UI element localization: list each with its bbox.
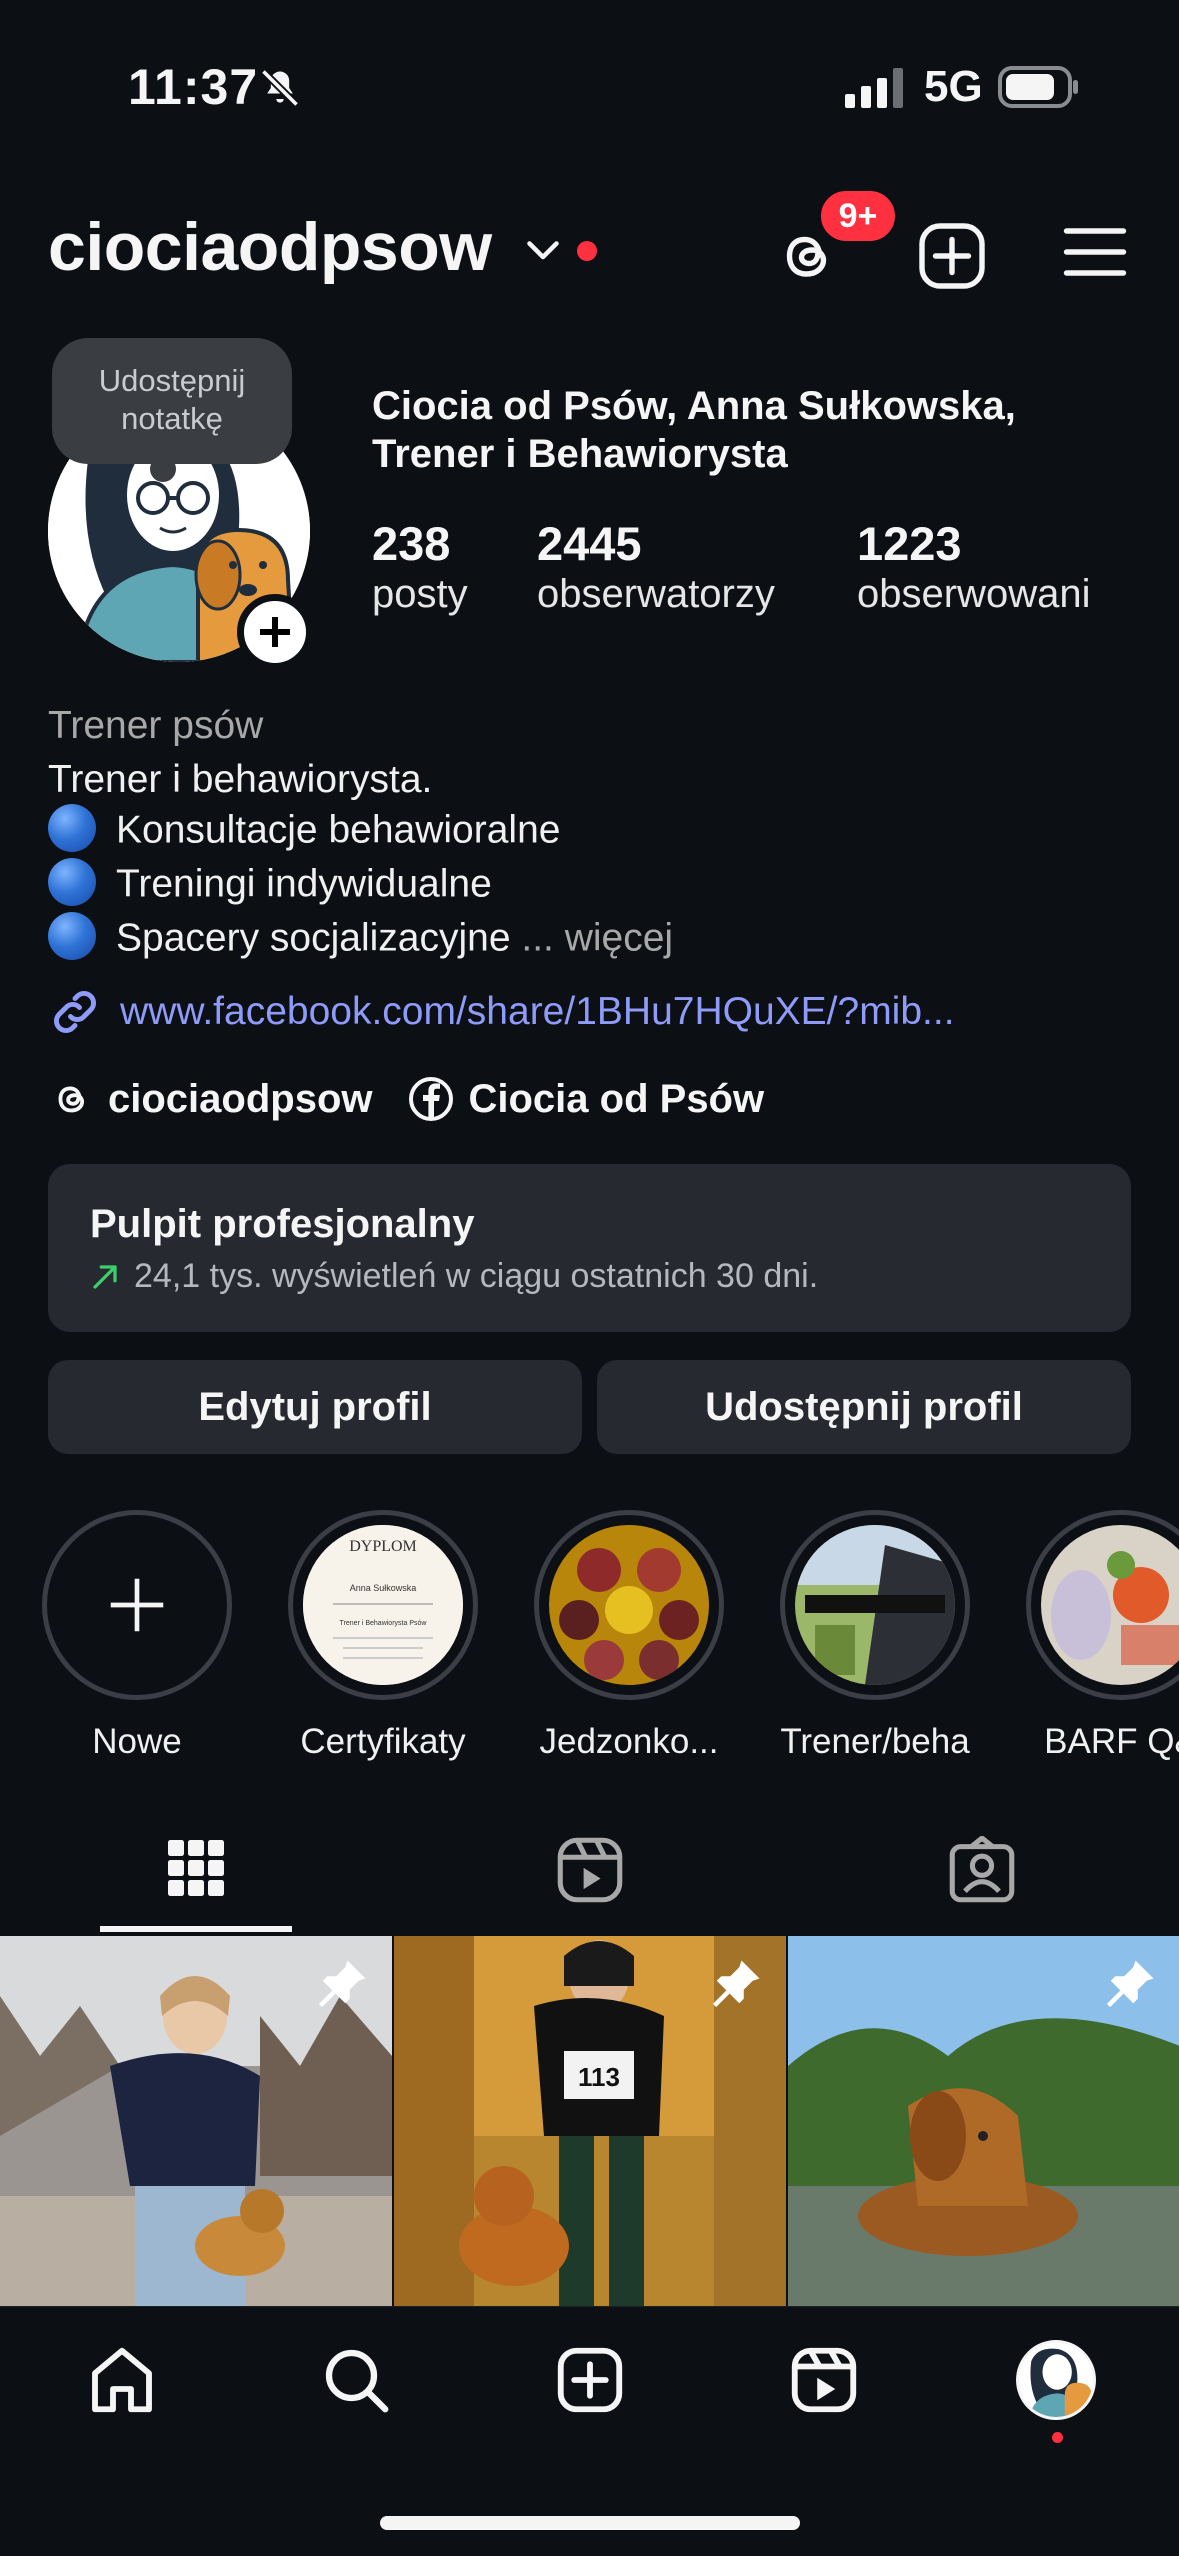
search-icon[interactable]	[320, 2344, 392, 2416]
reels-icon[interactable]	[788, 2344, 860, 2416]
profile-category: Trener psów	[48, 704, 264, 747]
create-post-icon[interactable]	[916, 220, 988, 292]
active-tab-indicator	[100, 1926, 292, 1932]
diploma-recipient: Anna Sułkowska	[350, 1583, 417, 1593]
edit-profile-button[interactable]: Edytuj profil	[48, 1360, 582, 1454]
share-profile-button[interactable]: Udostępnij profil	[597, 1360, 1131, 1454]
highlight-ring	[534, 1510, 724, 1700]
profile-nav-avatar[interactable]	[1016, 2340, 1096, 2420]
bio-text: Treningi indywidualne	[116, 862, 492, 906]
create-icon[interactable]	[554, 2344, 626, 2416]
highlight-ring: DYPLOM Anna Sułkowska Trener i Behawiory…	[288, 1510, 478, 1700]
highlight-certyfikaty[interactable]: DYPLOM Anna Sułkowska Trener i Behawiory…	[288, 1510, 478, 1762]
highlight-label: Certyfikaty	[300, 1722, 466, 1761]
bio-line: Trener i behawiorysta.	[48, 758, 433, 801]
diploma-title: DYPLOM	[349, 1538, 417, 1555]
bio-link[interactable]: www.facebook.com/share/1BHu7HQuXE/?mib..…	[48, 985, 955, 1039]
highlight-jedzonko[interactable]: Jedzonko...	[534, 1510, 724, 1762]
highlight-label: Trener/beha	[780, 1722, 970, 1761]
new-highlight-ring	[42, 1510, 232, 1700]
battery-icon	[998, 66, 1078, 108]
post-thumbnail[interactable]	[0, 1936, 392, 2306]
highlight-ring	[780, 1510, 970, 1700]
pin-icon	[318, 1960, 366, 2008]
profile-username[interactable]: ciociaodpsow	[48, 208, 492, 286]
hamburger-menu-icon[interactable]	[1062, 222, 1128, 282]
blue-circle-emoji	[48, 804, 96, 852]
bell-muted-icon	[260, 68, 300, 108]
highlight-cover-diploma: DYPLOM Anna Sułkowska Trener i Behawiory…	[303, 1525, 463, 1685]
network-type: 5G	[924, 62, 983, 111]
threads-handle[interactable]: ciociaodpsow	[108, 1077, 373, 1122]
bio-line: Konsultacje behawioralne	[48, 804, 561, 856]
reels-tab-icon[interactable]	[556, 1836, 624, 1904]
following-label[interactable]: obserwowani	[857, 572, 1090, 617]
highlight-label: Jedzonko...	[539, 1722, 719, 1761]
add-story-button[interactable]	[237, 594, 313, 670]
posts-label[interactable]: posty	[372, 572, 468, 617]
facebook-name[interactable]: Ciocia od Psów	[469, 1077, 765, 1122]
following-count[interactable]: 1223	[857, 516, 962, 571]
highlight-cover-food	[549, 1525, 709, 1685]
trend-up-arrow-icon	[93, 1264, 117, 1289]
bio-text: Spacery socjalizacyjne	[116, 916, 511, 960]
tagged-tab-icon[interactable]	[948, 1836, 1016, 1904]
blue-circle-emoji	[48, 912, 96, 960]
dashboard-views-text: 24,1 tys. wyświetleń w ciągu ostatnich 3…	[134, 1257, 819, 1295]
status-time: 11:37	[128, 59, 259, 115]
followers-label[interactable]: obserwatorzy	[537, 572, 775, 617]
display-name: Ciocia od Psów, Anna Sułkowska, Trener i…	[372, 384, 1016, 476]
highlight-ring	[1026, 1510, 1179, 1700]
highlight-cover-barf	[1041, 1525, 1179, 1685]
bio-link-text[interactable]: www.facebook.com/share/1BHu7HQuXE/?mib..…	[120, 990, 955, 1034]
blue-circle-emoji	[48, 858, 96, 906]
bio-more-link[interactable]: więcej	[565, 916, 673, 959]
facebook-link[interactable]: Ciocia od Psów	[407, 1075, 765, 1123]
notification-badge: 9+	[818, 188, 898, 244]
threads-link[interactable]: ciociaodpsow	[48, 1076, 373, 1122]
bio-line: Treningi indywidualne	[48, 858, 492, 910]
highlight-trener[interactable]: Trener/beha	[780, 1510, 970, 1762]
bio-ellipsis: ...	[521, 916, 554, 960]
highlight-new[interactable]: Nowe	[42, 1510, 232, 1762]
professional-dashboard-card[interactable]: Pulpit profesjonalny 24,1 tys. wyświetle…	[48, 1164, 1131, 1332]
highlight-label: BARF Q&	[1044, 1722, 1179, 1761]
link-icon	[54, 991, 96, 1033]
cellular-signal-icon	[845, 68, 903, 108]
bio-text: Konsultacje behawioralne	[116, 808, 561, 852]
highlight-label: Nowe	[92, 1722, 182, 1761]
bio-line: Spacery socjalizacyjne ... więcej	[48, 912, 673, 964]
home-icon[interactable]	[86, 2344, 158, 2416]
highlight-cover-training	[795, 1525, 955, 1685]
pin-icon	[712, 1960, 760, 2008]
race-bib-number: 113	[578, 2062, 620, 2092]
dashboard-subtitle: 24,1 tys. wyświetleń w ciągu ostatnich 3…	[90, 1257, 1089, 1296]
unread-dot	[577, 241, 597, 261]
post-thumbnail[interactable]	[788, 1936, 1179, 2306]
highlight-barf[interactable]: BARF Q&	[1026, 1510, 1179, 1762]
diploma-role: Trener i Behawiorysta Psów	[340, 1620, 428, 1627]
linked-accounts: ciociaodpsow Ciocia od Psów	[48, 1075, 798, 1123]
note-bubble-tail	[150, 456, 176, 482]
grid-icon[interactable]	[166, 1838, 226, 1898]
pin-icon	[1106, 1960, 1154, 2008]
post-thumbnail[interactable]: 113	[394, 1936, 786, 2306]
posts-count[interactable]: 238	[372, 516, 450, 571]
home-indicator	[380, 2516, 800, 2530]
plus-icon	[110, 1578, 164, 1632]
threads-small-icon	[58, 1086, 85, 1113]
profile-activity-dot	[1052, 2432, 1063, 2443]
dashboard-title: Pulpit profesjonalny	[90, 1202, 475, 1246]
facebook-icon	[408, 1077, 453, 1121]
chevron-down-icon[interactable]	[525, 236, 561, 266]
followers-count[interactable]: 2445	[537, 516, 642, 571]
share-note-bubble[interactable]: Udostępnij notatkę	[52, 338, 292, 464]
